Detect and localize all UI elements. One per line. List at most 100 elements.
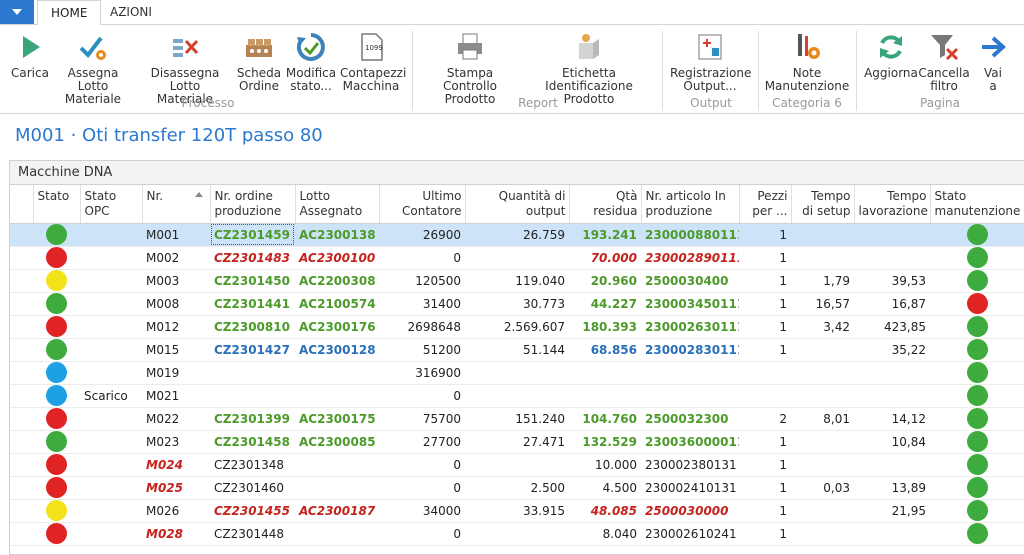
lotto-cell[interactable]: AC2300187 bbox=[295, 499, 379, 523]
manutenzione-cell[interactable] bbox=[930, 223, 1024, 247]
articolo-cell[interactable]: 230003450111 bbox=[641, 292, 739, 316]
stato-cell[interactable] bbox=[33, 269, 80, 293]
lotto-cell[interactable]: AC2200308 bbox=[295, 269, 379, 293]
setup-cell[interactable]: 3,42 bbox=[791, 315, 854, 339]
manutenzione-cell[interactable] bbox=[930, 246, 1024, 270]
setup-cell[interactable] bbox=[791, 522, 854, 546]
header-setup[interactable]: Tempo di setup bbox=[791, 185, 855, 224]
residua-cell[interactable]: 132.529 bbox=[569, 430, 641, 454]
lavorazione-cell[interactable]: 21,95 bbox=[854, 499, 930, 523]
stato-opc-cell[interactable] bbox=[80, 499, 142, 523]
nr-cell[interactable]: M008 bbox=[142, 292, 210, 316]
stato-cell[interactable] bbox=[33, 430, 80, 454]
pezzi-cell[interactable] bbox=[739, 361, 791, 385]
lavorazione-cell[interactable]: 16,87 bbox=[854, 292, 930, 316]
nr-cell[interactable]: M026 bbox=[142, 499, 210, 523]
setup-cell[interactable]: 16,57 bbox=[791, 292, 854, 316]
stato-cell[interactable] bbox=[33, 292, 80, 316]
nr-cell[interactable]: M003 bbox=[142, 269, 210, 293]
header-stato-opc[interactable]: Stato OPC bbox=[80, 185, 143, 224]
modifica-stato-button[interactable]: Modifica stato... bbox=[284, 31, 338, 93]
lotto-cell[interactable]: AC2300128 bbox=[295, 338, 379, 362]
contatore-cell[interactable]: 75700 bbox=[379, 407, 465, 431]
table-row[interactable]: M026 CZ2301455 AC2300187 34000 33.915 48.085 2… bbox=[10, 499, 1024, 523]
output-cell[interactable]: 119.040 bbox=[465, 269, 569, 293]
manutenzione-cell[interactable] bbox=[930, 315, 1024, 339]
contatore-cell[interactable]: 0 bbox=[379, 522, 465, 546]
lotto-cell[interactable]: AC2300138 bbox=[295, 223, 379, 247]
app-menu-button[interactable] bbox=[0, 0, 34, 24]
setup-cell[interactable] bbox=[791, 338, 854, 362]
lavorazione-cell[interactable] bbox=[854, 361, 930, 385]
nr-cell[interactable]: M021 bbox=[142, 384, 210, 408]
lotto-cell[interactable]: AC2300176 bbox=[295, 315, 379, 339]
nr-ordine-cell[interactable]: CZ2301441 bbox=[210, 292, 295, 316]
setup-cell[interactable] bbox=[791, 361, 854, 385]
nr-cell[interactable]: M022 bbox=[142, 407, 210, 431]
output-cell[interactable] bbox=[465, 361, 569, 385]
header-nr-ordine[interactable]: Nr. ordine produzione bbox=[210, 185, 296, 224]
header-manutenzione[interactable]: Stato manutenzione bbox=[930, 185, 1024, 224]
setup-cell[interactable] bbox=[791, 453, 854, 477]
header-stato[interactable]: Stato bbox=[33, 185, 81, 224]
manutenzione-cell[interactable] bbox=[930, 430, 1024, 454]
residua-cell[interactable] bbox=[569, 384, 641, 408]
carica-button[interactable]: Carica bbox=[8, 31, 52, 80]
tab-home[interactable]: HOME bbox=[37, 0, 102, 25]
contatore-cell[interactable]: 0 bbox=[379, 246, 465, 270]
setup-cell[interactable] bbox=[791, 384, 854, 408]
lotto-cell[interactable] bbox=[295, 384, 379, 408]
manutenzione-cell[interactable] bbox=[930, 292, 1024, 316]
stato-opc-cell[interactable] bbox=[80, 292, 142, 316]
row-selector[interactable] bbox=[10, 361, 33, 385]
residua-cell[interactable]: 44.227 bbox=[569, 292, 641, 316]
nr-cell[interactable]: M024 bbox=[142, 453, 210, 477]
scheda-ordine-button[interactable]: Scheda Ordine bbox=[236, 31, 282, 93]
residua-cell[interactable]: 4.500 bbox=[569, 476, 641, 500]
contatore-cell[interactable]: 120500 bbox=[379, 269, 465, 293]
nr-cell[interactable]: M001 bbox=[142, 223, 210, 247]
lavorazione-cell[interactable] bbox=[854, 223, 930, 247]
stato-cell[interactable] bbox=[33, 223, 80, 247]
row-selector[interactable] bbox=[10, 476, 33, 500]
nr-ordine-cell[interactable]: CZ2301460 bbox=[210, 476, 295, 500]
nr-cell[interactable]: M002 bbox=[142, 246, 210, 270]
tab-azioni[interactable]: AZIONI bbox=[97, 0, 165, 24]
header-pezzi[interactable]: Pezzi per ... bbox=[739, 185, 792, 224]
residua-cell[interactable]: 8.040 bbox=[569, 522, 641, 546]
pezzi-cell[interactable]: 1 bbox=[739, 223, 791, 247]
aggiorna-button[interactable]: Aggiorna bbox=[862, 31, 920, 80]
output-cell[interactable] bbox=[465, 384, 569, 408]
contatore-cell[interactable]: 27700 bbox=[379, 430, 465, 454]
stato-opc-cell[interactable] bbox=[80, 223, 142, 247]
manutenzione-cell[interactable] bbox=[930, 522, 1024, 546]
lotto-cell[interactable]: AC2300085 bbox=[295, 430, 379, 454]
lavorazione-cell[interactable]: 39,53 bbox=[854, 269, 930, 293]
articolo-cell[interactable]: 230000880111 bbox=[641, 223, 739, 247]
stato-opc-cell[interactable] bbox=[80, 269, 142, 293]
stato-cell[interactable] bbox=[33, 315, 80, 339]
output-cell[interactable] bbox=[465, 522, 569, 546]
table-row[interactable]: Scarico M021 0 bbox=[10, 384, 1024, 408]
pezzi-cell[interactable]: 1 bbox=[739, 453, 791, 477]
articolo-cell[interactable]: 230002610241 bbox=[641, 522, 739, 546]
nr-ordine-cell[interactable] bbox=[210, 384, 295, 408]
manutenzione-cell[interactable] bbox=[930, 384, 1024, 408]
lotto-cell[interactable] bbox=[295, 476, 379, 500]
disassegna-lotto-button[interactable]: Disassegna Lotto Materiale bbox=[138, 31, 232, 106]
setup-cell[interactable]: 0,03 bbox=[791, 476, 854, 500]
nr-ordine-cell[interactable]: CZ2301458 bbox=[210, 430, 295, 454]
table-row[interactable]: M028 CZ2301448 0 8.040 230002610241 1 bbox=[10, 522, 1024, 546]
nr-ordine-cell[interactable]: CZ2301427 bbox=[210, 338, 295, 362]
row-selector[interactable] bbox=[10, 269, 33, 293]
row-selector[interactable] bbox=[10, 453, 33, 477]
table-row[interactable]: M024 CZ2301348 0 10.000 230002380131 1 bbox=[10, 453, 1024, 477]
table-row[interactable]: M023 CZ2301458 AC2300085 27700 27.471 132.529… bbox=[10, 430, 1024, 454]
residua-cell[interactable]: 68.856 bbox=[569, 338, 641, 362]
residua-cell[interactable]: 20.960 bbox=[569, 269, 641, 293]
residua-cell[interactable]: 10.000 bbox=[569, 453, 641, 477]
lavorazione-cell[interactable]: 423,85 bbox=[854, 315, 930, 339]
row-selector[interactable] bbox=[10, 246, 33, 270]
lavorazione-cell[interactable]: 10,84 bbox=[854, 430, 930, 454]
lotto-cell[interactable]: AC2100574 bbox=[295, 292, 379, 316]
